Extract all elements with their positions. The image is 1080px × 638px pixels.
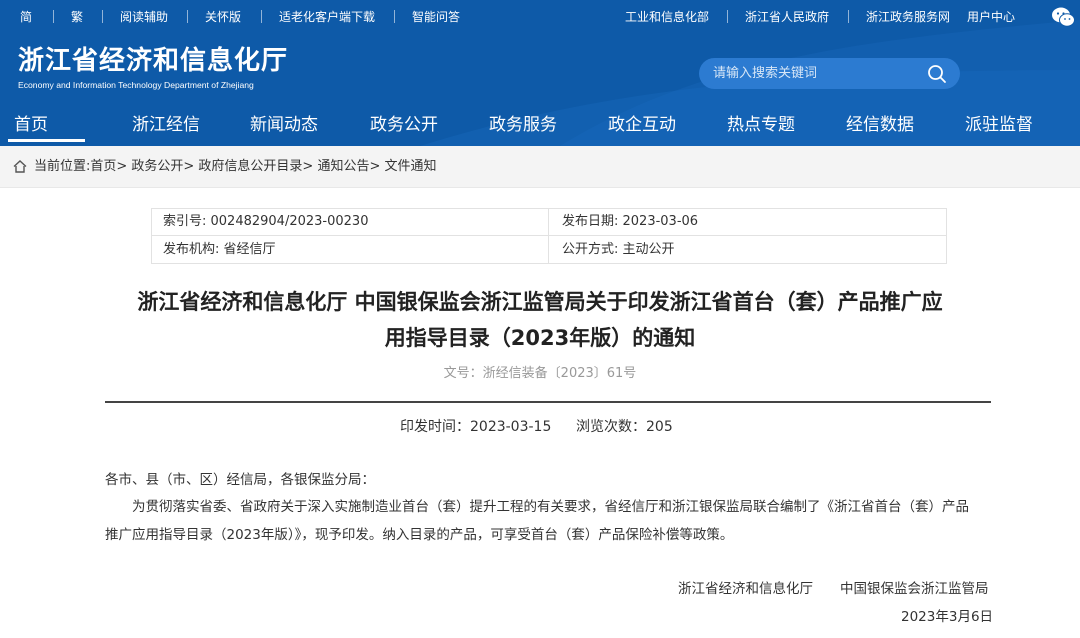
elderly-client-download-link[interactable]: 适老化客户端下载: [279, 9, 375, 25]
nav-item-zhejiang-jingxin[interactable]: 浙江经信: [132, 114, 200, 136]
user-center-link[interactable]: 用户中心: [967, 9, 1015, 25]
simplified-chinese-link[interactable]: 简: [20, 9, 32, 25]
article-salutation: 各市、县（市、区）经信局，各银保监分局：: [105, 472, 375, 488]
issue-time: 印发时间：2023-03-15: [400, 419, 552, 435]
publishing-agency: 发布机构: 省经信厅: [163, 242, 276, 257]
main-navigation: 首页 浙江经信 新闻动态 政务公开 政务服务 政企互动 热点专题 经信数据 派驻…: [0, 102, 1080, 146]
disclosure-method: 公开方式: 主动公开: [562, 242, 675, 257]
search-input[interactable]: [699, 58, 960, 89]
nav-item-supervision[interactable]: 派驻监督: [965, 114, 1033, 136]
nav-active-indicator: [8, 139, 85, 142]
traditional-chinese-link[interactable]: 繁: [71, 9, 83, 25]
article-body-line-1: 为贯彻落实省委、省政府关于深入实施制造业首台（套）提升工程的有关要求，省经信厅和…: [132, 499, 969, 515]
top-separator: [848, 10, 849, 23]
top-separator: [394, 10, 395, 23]
reading-assist-link[interactable]: 阅读辅助: [120, 9, 168, 25]
signing-date: 2023年3月6日: [901, 609, 994, 625]
top-separator: [187, 10, 188, 23]
wechat-icon[interactable]: [1051, 6, 1075, 28]
signer-economy-department: 浙江省经济和信息化厅: [678, 581, 813, 597]
top-separator: [53, 10, 54, 23]
document-number: 文号：浙经信装备〔2023〕61号: [443, 366, 637, 381]
info-table-column-divider: [548, 208, 549, 264]
nav-item-government-services[interactable]: 政务服务: [489, 114, 557, 136]
nav-item-interaction[interactable]: 政企互动: [608, 114, 676, 136]
nav-item-hot-topics[interactable]: 热点专题: [727, 114, 795, 136]
publish-date: 发布日期: 2023-03-06: [562, 214, 699, 229]
care-version-link[interactable]: 关怀版: [205, 9, 241, 25]
article-title-line-2: 用指导目录（2023年版）的通知: [384, 326, 696, 350]
title-divider: [105, 401, 991, 403]
article-body-line-2: 推广应用指导目录（2023年版）》，现予印发。纳入目录的产品，可享受首台（套）产…: [105, 527, 734, 543]
site-logo-subtitle: Economy and Information Technology Depar…: [18, 80, 254, 90]
top-separator: [102, 10, 103, 23]
search-icon[interactable]: [926, 63, 948, 85]
smart-qa-link[interactable]: 智能问答: [412, 9, 460, 25]
nav-item-government-affairs-open[interactable]: 政务公开: [370, 114, 438, 136]
nav-item-news[interactable]: 新闻动态: [250, 114, 318, 136]
home-icon: [13, 160, 27, 173]
info-table-row-divider: [151, 235, 947, 236]
top-utility-bar: 简 繁 阅读辅助 关怀版 适老化客户端下载 智能问答 工业和信息化部 浙江省人民…: [0, 0, 1080, 34]
zhejiang-service-link[interactable]: 浙江政务服务网: [866, 9, 950, 25]
article-title-line-1: 浙江省经济和信息化厅 中国银保监会浙江监管局关于印发浙江省首台（套）产品推广应: [137, 290, 943, 314]
nav-item-data[interactable]: 经信数据: [846, 114, 914, 136]
view-count: 浏览次数：205: [576, 419, 673, 435]
miit-link[interactable]: 工业和信息化部: [625, 9, 709, 25]
zhejiang-government-link[interactable]: 浙江省人民政府: [745, 9, 829, 25]
signer-cbirc-zhejiang: 中国银保监会浙江监管局: [840, 581, 989, 597]
site-logo-title[interactable]: 浙江省经济和信息化厅: [18, 45, 288, 77]
top-separator: [727, 10, 728, 23]
breadcrumb-path[interactable]: 当前位置:首页> 政务公开> 政府信息公开目录> 通知公告> 文件通知: [34, 159, 436, 175]
nav-item-home[interactable]: 首页: [14, 114, 48, 136]
index-number: 索引号: 002482904/2023-00230: [163, 214, 369, 229]
top-separator: [261, 10, 262, 23]
